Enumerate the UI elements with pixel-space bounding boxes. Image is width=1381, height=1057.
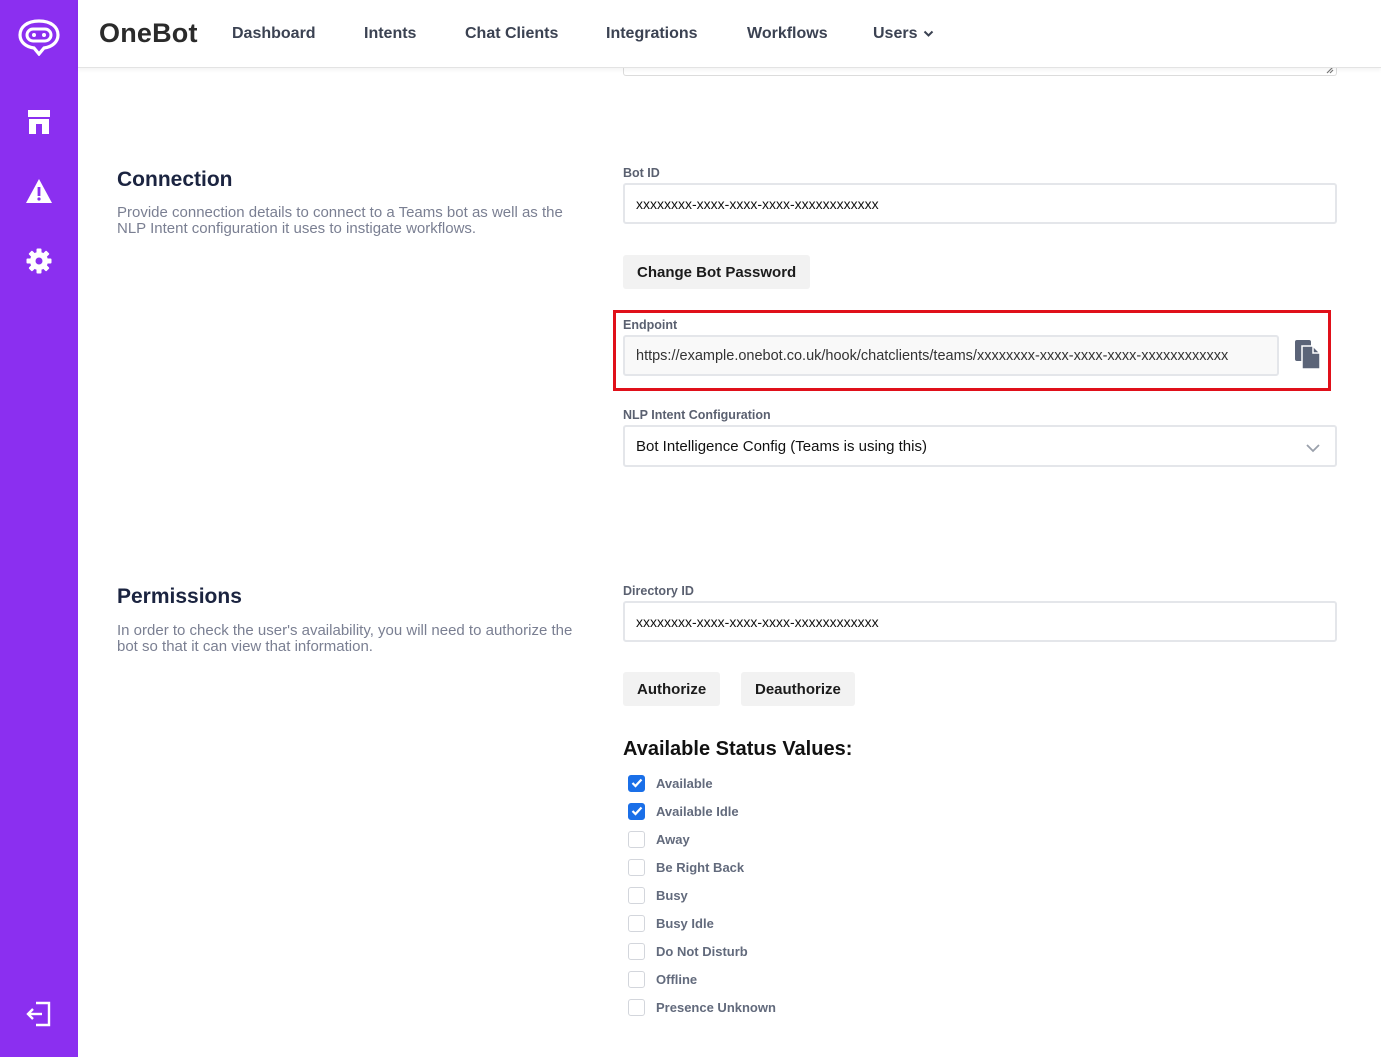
status-checkbox-label: Busy Idle <box>656 915 714 931</box>
status-checkbox-row[interactable]: Busy <box>628 886 688 904</box>
status-checkbox-row[interactable]: Available Idle <box>628 802 739 820</box>
checkmark-icon <box>631 806 642 816</box>
status-checkbox-row[interactable]: Be Right Back <box>628 858 744 876</box>
status-checkbox-label: Offline <box>656 971 698 987</box>
permissions-title: Permissions <box>117 585 242 608</box>
chevron-down-icon <box>1305 440 1321 458</box>
checkbox-unchecked[interactable] <box>628 970 645 988</box>
authorize-button[interactable]: Authorize <box>623 672 721 706</box>
status-checkbox-row[interactable]: Available <box>628 774 713 792</box>
checkbox-unchecked[interactable] <box>628 998 645 1016</box>
status-checkbox-label: Do Not Disturb <box>656 943 748 959</box>
brand-logo[interactable]: OneBot <box>99 18 198 49</box>
main-content: Connection Provide connection details to… <box>78 58 1381 1057</box>
status-checkbox-label: Busy <box>656 887 688 903</box>
checkbox-unchecked[interactable] <box>628 858 645 876</box>
gear-icon[interactable] <box>0 248 78 274</box>
connection-description: Provide connection details to connect to… <box>117 204 563 237</box>
change-bot-password-button[interactable]: Change Bot Password <box>623 255 811 289</box>
store-icon[interactable] <box>0 109 78 135</box>
chat-bot-logo-icon[interactable] <box>0 18 78 56</box>
top-navbar: OneBot Dashboard Intents Chat Clients In… <box>78 0 1381 68</box>
checkbox-unchecked[interactable] <box>628 830 645 848</box>
copy-icon[interactable] <box>1294 339 1322 371</box>
status-checkbox-row[interactable]: Away <box>628 830 690 848</box>
warning-icon[interactable] <box>0 178 78 204</box>
endpoint-input[interactable] <box>623 335 1279 376</box>
nav-intents[interactable]: Intents <box>364 25 416 43</box>
checkbox-unchecked[interactable] <box>628 942 645 960</box>
status-checkbox-row[interactable]: Presence Unknown <box>628 998 776 1016</box>
endpoint-label: Endpoint <box>623 318 678 332</box>
status-checkbox-row[interactable]: Busy Idle <box>628 914 714 932</box>
checkbox-unchecked[interactable] <box>628 914 645 932</box>
directory-id-label: Directory ID <box>623 584 694 598</box>
deauthorize-button[interactable]: Deauthorize <box>741 672 855 706</box>
nav-users[interactable]: Users <box>873 25 934 43</box>
checkbox-checked[interactable] <box>628 802 645 820</box>
status-checkbox-label: Available Idle <box>656 803 739 819</box>
permissions-description: In order to check the user's availabilit… <box>117 622 573 655</box>
status-checkbox-row[interactable]: Offline <box>628 970 697 988</box>
status-checkbox-label: Be Right Back <box>656 859 745 875</box>
sidebar <box>0 0 78 1057</box>
directory-id-input[interactable] <box>623 601 1337 642</box>
nlp-intent-config-value: Bot Intelligence Config (Teams is using … <box>636 438 927 455</box>
status-checkbox-label: Available <box>656 775 713 791</box>
checkmark-icon <box>631 778 642 788</box>
status-values-heading: Available Status Values: <box>623 738 853 760</box>
status-checkbox-label: Away <box>656 831 690 847</box>
logout-icon[interactable] <box>0 1000 78 1028</box>
connection-title: Connection <box>117 168 233 191</box>
nav-workflows[interactable]: Workflows <box>747 25 828 43</box>
status-checkbox-row[interactable]: Do Not Disturb <box>628 942 748 960</box>
chevron-down-icon <box>923 25 934 43</box>
nav-chat-clients[interactable]: Chat Clients <box>465 25 558 43</box>
status-checkbox-label: Presence Unknown <box>656 999 776 1015</box>
checkbox-checked[interactable] <box>628 774 645 792</box>
bot-id-input[interactable] <box>623 183 1337 224</box>
nlp-intent-config-label: NLP Intent Configuration <box>623 408 771 422</box>
nlp-intent-config-select[interactable]: Bot Intelligence Config (Teams is using … <box>623 425 1337 467</box>
checkbox-unchecked[interactable] <box>628 886 645 904</box>
bot-id-label: Bot ID <box>623 166 660 180</box>
nav-users-label: Users <box>873 25 918 43</box>
nav-dashboard[interactable]: Dashboard <box>232 25 316 43</box>
nav-integrations[interactable]: Integrations <box>606 25 698 43</box>
